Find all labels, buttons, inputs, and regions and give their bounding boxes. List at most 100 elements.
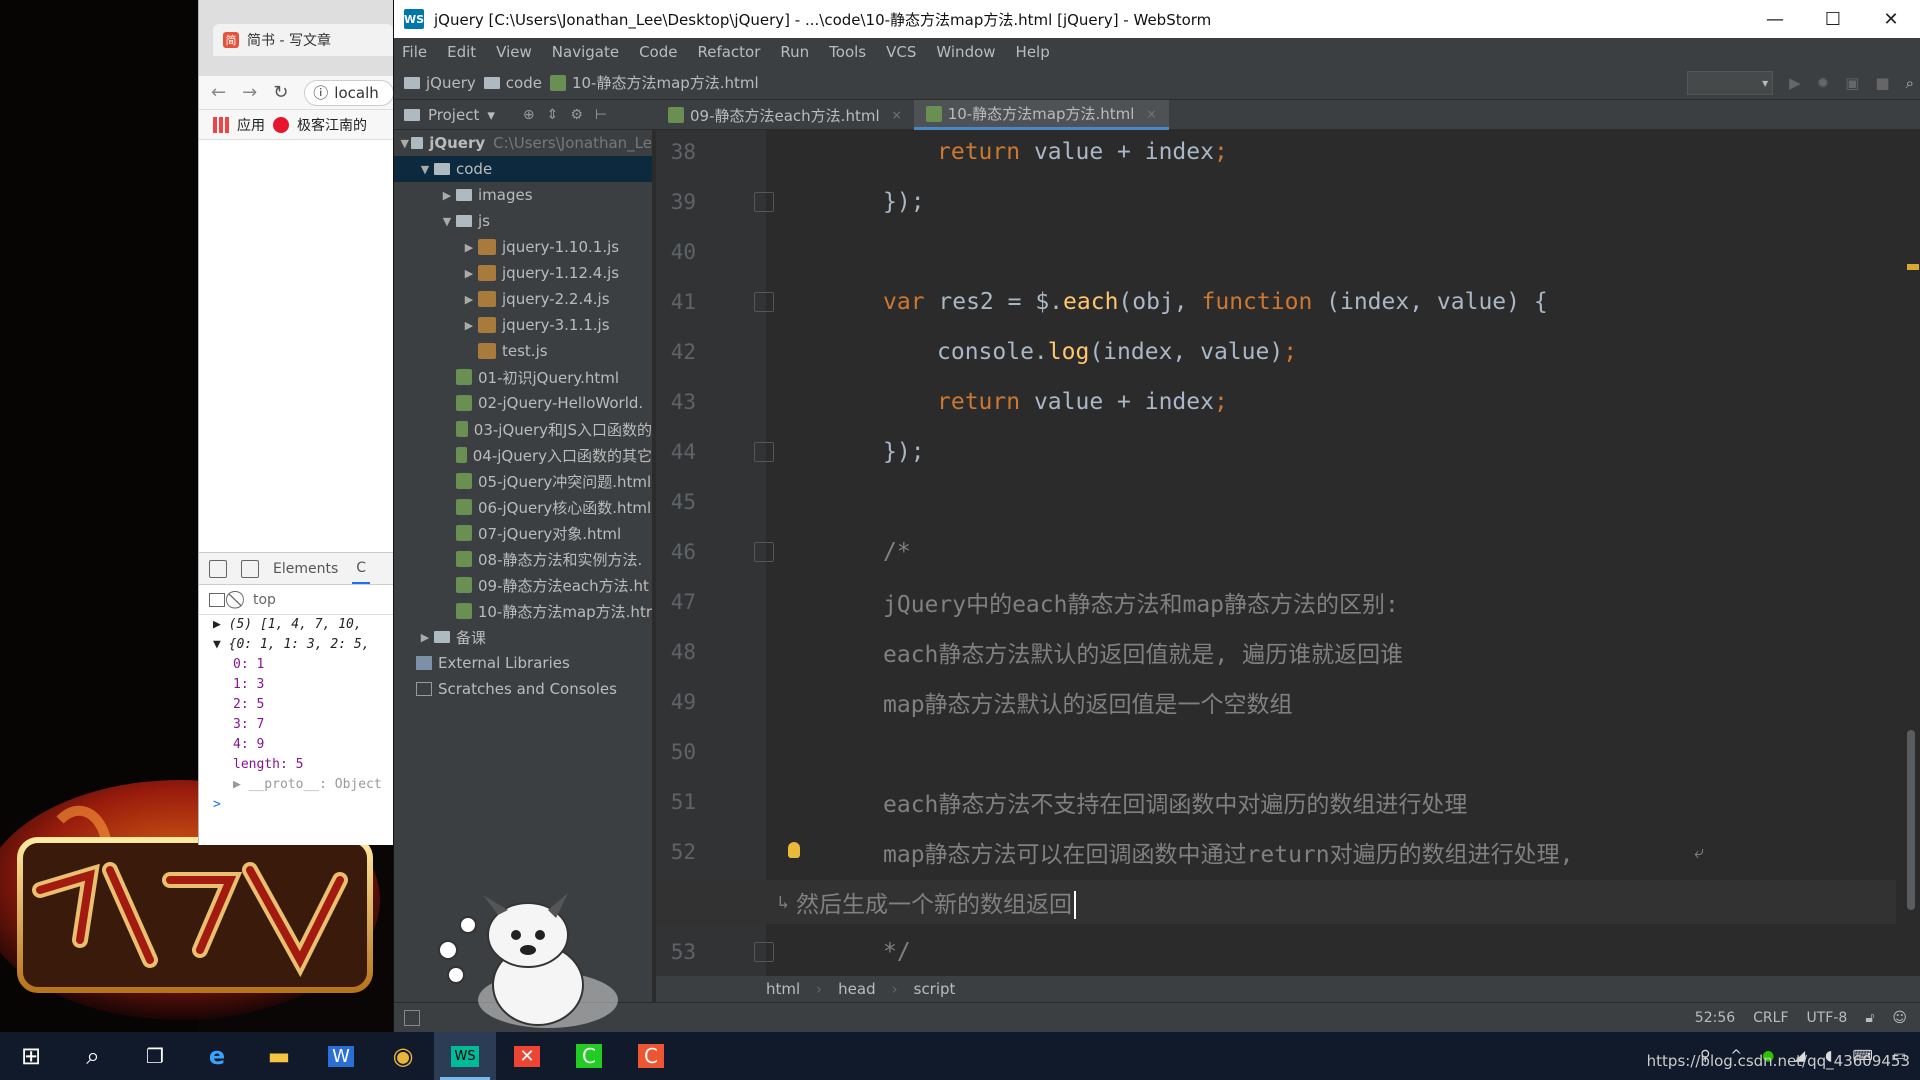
coverage-icon[interactable]: ▣ bbox=[1845, 74, 1859, 92]
tree-item-html-file[interactable]: 05-jQuery冲突问题.html bbox=[394, 468, 652, 494]
back-icon[interactable]: ← bbox=[211, 82, 226, 103]
bookmark-geek[interactable]: 极客江南的 bbox=[297, 115, 367, 135]
inspector-icon[interactable]: ☺ bbox=[1892, 1010, 1907, 1026]
file-encoding[interactable]: UTF-8 bbox=[1807, 1010, 1848, 1026]
menu-refactor[interactable]: Refactor bbox=[697, 43, 760, 61]
tool-windows-icon[interactable] bbox=[404, 1010, 420, 1026]
fold-marker-icon[interactable] bbox=[754, 942, 774, 962]
inspect-icon[interactable] bbox=[209, 559, 227, 578]
apps-grid-icon[interactable] bbox=[213, 116, 229, 133]
tree-item-js-file[interactable]: test.js bbox=[394, 338, 652, 364]
tree-item-backup[interactable]: ▶ 备课 bbox=[394, 624, 652, 650]
breadcrumb-script[interactable]: script bbox=[914, 980, 956, 998]
tree-item-html-file[interactable]: 09-静态方法each方法.ht bbox=[394, 572, 652, 598]
project-view-label[interactable]: Project bbox=[428, 106, 479, 124]
sidebar-toggle-icon[interactable] bbox=[209, 592, 225, 607]
taskbar-edge[interactable]: e bbox=[186, 1032, 248, 1080]
menu-file[interactable]: File bbox=[402, 43, 427, 61]
breadcrumb-html[interactable]: html bbox=[766, 980, 800, 998]
tree-item-code[interactable]: ▼ code bbox=[394, 156, 652, 182]
fold-marker-icon[interactable] bbox=[754, 292, 774, 312]
menu-tools[interactable]: Tools bbox=[829, 43, 866, 61]
browser-tab[interactable]: 简 简书 - 写文章 bbox=[213, 24, 393, 56]
taskbar-chrome[interactable]: ◉ bbox=[372, 1032, 434, 1080]
menu-vcs[interactable]: VCS bbox=[886, 43, 916, 61]
tree-item-html-file[interactable]: 07-jQuery对象.html bbox=[394, 520, 652, 546]
expand-arrow-icon[interactable]: ▼ bbox=[438, 215, 456, 228]
fold-marker-icon[interactable] bbox=[754, 192, 774, 212]
tree-item-js-file[interactable]: ▶ jquery-1.10.1.js bbox=[394, 234, 652, 260]
taskbar-webstorm[interactable]: WS bbox=[434, 1032, 496, 1080]
forward-icon[interactable]: → bbox=[242, 82, 257, 103]
expand-arrow-icon[interactable]: ▼ bbox=[398, 137, 411, 150]
caret-position[interactable]: 52:56 bbox=[1695, 1010, 1735, 1026]
tree-item-html-file[interactable]: 08-静态方法和实例方法. bbox=[394, 546, 652, 572]
expand-arrow-icon[interactable]: ▶ bbox=[460, 319, 478, 332]
start-button[interactable]: ⊞ bbox=[0, 1032, 62, 1080]
menu-navigate[interactable]: Navigate bbox=[552, 43, 619, 61]
close-tab-icon[interactable]: × bbox=[892, 108, 902, 122]
chevron-down-icon[interactable]: ▾ bbox=[487, 106, 495, 124]
tree-item-js[interactable]: ▼ js bbox=[394, 208, 652, 234]
minimize-button[interactable]: — bbox=[1746, 0, 1804, 38]
tree-item-html-file[interactable]: 01-初识jQuery.html bbox=[394, 364, 652, 390]
code-editor[interactable]: 38 return value + index; 39 }); 40 41 va… bbox=[656, 130, 1920, 982]
tree-item-html-file[interactable]: 06-jQuery核心函数.html bbox=[394, 494, 652, 520]
collapse-icon[interactable]: ⇕ bbox=[547, 107, 559, 123]
menu-run[interactable]: Run bbox=[780, 43, 809, 61]
console-prompt[interactable]: > bbox=[213, 795, 395, 815]
close-tab-icon[interactable]: × bbox=[1146, 107, 1156, 121]
tab-elements[interactable]: Elements bbox=[273, 561, 338, 577]
tree-item-html-file[interactable]: 02-jQuery-HelloWorld. bbox=[394, 390, 652, 416]
nav-crumb-project[interactable]: jQuery bbox=[404, 74, 476, 92]
scrollbar-thumb[interactable] bbox=[1907, 730, 1915, 910]
reload-icon[interactable]: ↻ bbox=[273, 82, 288, 103]
editor-tab-map[interactable]: 10-静态方法map方法.html × bbox=[913, 100, 1169, 130]
lock-icon[interactable]: 🔓︎ bbox=[1865, 1010, 1874, 1026]
tree-item-external-libraries[interactable]: External Libraries bbox=[394, 650, 652, 676]
menu-view[interactable]: View bbox=[496, 43, 532, 61]
close-button[interactable]: ✕ bbox=[1862, 0, 1920, 38]
run-icon[interactable]: ▶ bbox=[1789, 74, 1801, 92]
nav-crumb-code[interactable]: code bbox=[483, 74, 542, 92]
expand-arrow-icon[interactable]: ▼ bbox=[416, 163, 434, 176]
console-line[interactable]: ▼ {0: 1, 1: 3, 2: 5, bbox=[213, 635, 395, 655]
maximize-button[interactable]: ☐ bbox=[1804, 0, 1862, 38]
expand-arrow-icon[interactable]: ▶ bbox=[460, 293, 478, 306]
tree-item-js-file[interactable]: ▶ jquery-3.1.1.js bbox=[394, 312, 652, 338]
expand-arrow-icon[interactable]: ▶ bbox=[416, 631, 434, 644]
tree-item-root[interactable]: ▼ jQuery C:\Users\Jonathan_Le bbox=[394, 130, 652, 156]
context-select[interactable]: top bbox=[253, 592, 276, 608]
search-everywhere-icon[interactable]: ⌕ bbox=[1906, 74, 1914, 92]
task-view-button[interactable]: ❐ bbox=[124, 1032, 186, 1080]
editor-tab-each[interactable]: 09-静态方法each方法.html × bbox=[656, 100, 914, 130]
expand-arrow-icon[interactable]: ▶ bbox=[460, 267, 478, 280]
menu-code[interactable]: Code bbox=[639, 43, 677, 61]
fold-marker-icon[interactable] bbox=[754, 542, 774, 562]
address-bar[interactable]: ⓘ localh bbox=[304, 79, 394, 106]
nav-crumb-file[interactable]: 10-静态方法map方法.html bbox=[549, 72, 759, 93]
breadcrumb-head[interactable]: head bbox=[838, 980, 875, 998]
gear-icon[interactable]: ⚙ bbox=[570, 107, 583, 123]
tree-item-scratches[interactable]: Scratches and Consoles bbox=[394, 676, 652, 702]
bookmark-apps[interactable]: 应用 bbox=[237, 115, 265, 135]
hide-icon[interactable]: ⊢ bbox=[595, 107, 607, 123]
tree-item-images[interactable]: ▶ images bbox=[394, 182, 652, 208]
locate-icon[interactable]: ⊕ bbox=[523, 107, 535, 123]
device-toggle-icon[interactable] bbox=[241, 559, 259, 578]
tree-item-html-file[interactable]: 03-jQuery和JS入口函数的 bbox=[394, 416, 652, 442]
tree-item-js-file[interactable]: ▶ jquery-2.2.4.js bbox=[394, 286, 652, 312]
taskbar-search-button[interactable]: ⌕ bbox=[62, 1032, 124, 1080]
menu-help[interactable]: Help bbox=[1016, 43, 1050, 61]
console-line[interactable]: ▶ (5) [1, 4, 7, 10, bbox=[213, 615, 395, 635]
tree-item-html-file[interactable]: 04-jQuery入口函数的其它 bbox=[394, 442, 652, 468]
taskbar-explorer[interactable]: ▬ bbox=[248, 1032, 310, 1080]
expand-arrow-icon[interactable]: ▶ bbox=[438, 189, 456, 202]
taskbar-xmind[interactable]: ✕ bbox=[496, 1032, 558, 1080]
tree-item-html-file[interactable]: 10-静态方法map方法.htr bbox=[394, 598, 652, 624]
line-separator[interactable]: CRLF bbox=[1753, 1010, 1788, 1026]
menu-window[interactable]: Window bbox=[936, 43, 995, 61]
taskbar-camtasia[interactable]: C bbox=[558, 1032, 620, 1080]
fold-marker-icon[interactable] bbox=[754, 442, 774, 462]
lightbulb-icon[interactable] bbox=[788, 842, 800, 858]
